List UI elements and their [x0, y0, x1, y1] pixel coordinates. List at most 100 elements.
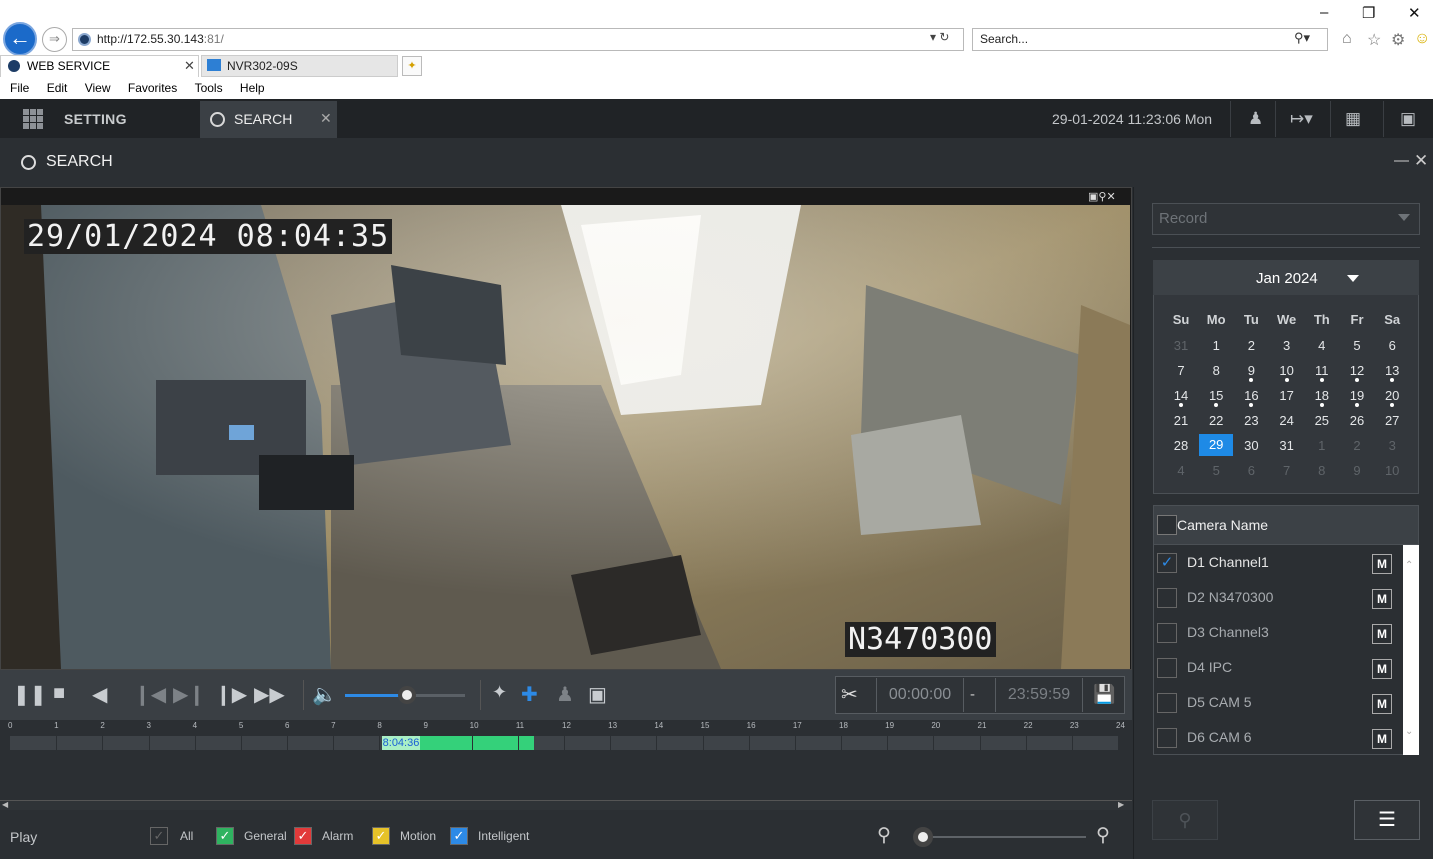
menu-view[interactable]: View [85, 81, 111, 95]
logout-icon[interactable]: ↦▾ [1290, 109, 1313, 129]
new-tab-button[interactable]: ✦ [402, 56, 422, 76]
clip-start-time[interactable]: 00:00:00 [876, 678, 964, 712]
calendar-day[interactable]: 6 [1236, 463, 1266, 478]
calendar-day[interactable]: 8 [1201, 363, 1231, 378]
browser-search-input[interactable]: Search... [972, 28, 1328, 51]
menu-tools[interactable]: Tools [195, 81, 223, 95]
chevron-down-icon[interactable] [1398, 214, 1410, 221]
calendar-day[interactable]: 18 [1307, 388, 1337, 403]
calendar-day[interactable]: 25 [1307, 413, 1337, 428]
calendar-day[interactable]: 27 [1377, 413, 1407, 428]
calendar-day[interactable]: 31 [1272, 438, 1302, 453]
calendar-day[interactable]: 28 [1166, 438, 1196, 453]
display-icon[interactable]: ▣ [1400, 109, 1416, 129]
camera-checkbox[interactable] [1157, 693, 1177, 713]
restore-window-icon[interactable]: ❐ [1362, 4, 1375, 22]
calendar-day[interactable]: 7 [1272, 463, 1302, 478]
calendar-day[interactable]: 1 [1307, 438, 1337, 453]
calendar-day[interactable]: 5 [1201, 463, 1231, 478]
calendar-day[interactable]: 29 [1199, 434, 1234, 456]
smart-search-icon[interactable]: ✚ [521, 682, 538, 707]
smart-find-button[interactable]: ⚲ [1152, 800, 1218, 840]
calendar-day[interactable]: 8 [1307, 463, 1337, 478]
filter-checkbox-general[interactable]: ✓ [216, 827, 234, 845]
user-icon[interactable]: ♟ [1248, 109, 1263, 129]
qr-code-icon[interactable]: ▦ [1345, 109, 1361, 129]
slow-play-icon[interactable]: ❙▶ [215, 682, 247, 707]
filter-checkbox-intelligent[interactable]: ✓ [450, 827, 468, 845]
calendar-day[interactable]: 24 [1272, 413, 1302, 428]
fullscreen-icon[interactable]: ▣ [588, 682, 607, 707]
timeline-cursor-time[interactable]: 8:04:36 [381, 736, 421, 750]
zoom-in-icon[interactable]: ⚲ [1096, 824, 1110, 847]
camera-checkbox[interactable] [1157, 588, 1177, 608]
zoom-out-icon[interactable]: ⚲ [877, 824, 891, 847]
calendar-day[interactable]: 5 [1342, 338, 1372, 353]
calendar-day[interactable]: 23 [1236, 413, 1266, 428]
pin-icon[interactable]: ✦ [492, 682, 507, 703]
calendar-day[interactable]: 2 [1342, 438, 1372, 453]
video-window-controls[interactable]: ▣⚲✕ [1088, 190, 1116, 203]
refresh-icon[interactable]: ▾ ↻ [930, 30, 949, 44]
calendar-day[interactable]: 19 [1342, 388, 1372, 403]
calendar-day[interactable]: 11 [1307, 363, 1337, 378]
clip-end-time[interactable]: 23:59:59 [995, 678, 1083, 712]
minimize-window-icon[interactable]: – [1320, 4, 1328, 21]
previous-frame-icon[interactable]: ❙◀ [134, 682, 166, 707]
camera-stream-button[interactable]: M [1372, 729, 1392, 749]
address-bar[interactable]: http://172.55.30.143:81/ [72, 28, 964, 51]
scissors-icon[interactable]: ✂ [841, 682, 858, 707]
calendar-day[interactable]: 3 [1272, 338, 1302, 353]
timeline-zoom-handle[interactable] [912, 827, 933, 847]
camera-checkbox[interactable]: ✓ [1157, 553, 1177, 573]
camera-list-scrollbar[interactable] [1403, 545, 1419, 755]
filter-checkbox-all[interactable]: ✓ [150, 827, 168, 845]
calendar-day[interactable]: 1 [1201, 338, 1231, 353]
calendar-day[interactable]: 16 [1236, 388, 1266, 403]
filter-checkbox-motion[interactable]: ✓ [372, 827, 390, 845]
calendar-day[interactable]: 2 [1236, 338, 1266, 353]
scroll-right-icon[interactable]: ▶ [1118, 800, 1124, 809]
pause-icon[interactable]: ❚❚ [13, 682, 47, 707]
gear-icon[interactable]: ⚙ [1391, 30, 1405, 50]
calendar-day[interactable]: 20 [1377, 388, 1407, 403]
calendar-day[interactable]: 17 [1272, 388, 1302, 403]
close-search-tab-icon[interactable]: ✕ [320, 110, 332, 127]
next-frame-icon[interactable]: ▶❙ [173, 682, 205, 707]
volume-icon[interactable]: 🔈 [312, 682, 337, 707]
camera-checkbox[interactable] [1157, 623, 1177, 643]
forward-button[interactable]: ⇒ [42, 27, 67, 52]
calendar-day[interactable]: 9 [1342, 463, 1372, 478]
scroll-left-icon[interactable]: ◀ [2, 800, 8, 809]
select-all-cameras-checkbox[interactable] [1157, 515, 1177, 535]
filter-checkbox-alarm[interactable]: ✓ [294, 827, 312, 845]
camera-stream-button[interactable]: M [1372, 589, 1392, 609]
minimize-icon[interactable]: — [1394, 152, 1409, 169]
timeline-scrollbar[interactable] [0, 800, 1132, 810]
calendar-day[interactable]: 21 [1166, 413, 1196, 428]
camera-checkbox[interactable] [1157, 658, 1177, 678]
timeline-zoom-slider[interactable] [914, 836, 1086, 838]
main-menu-grid-icon[interactable] [23, 109, 43, 129]
stop-icon[interactable]: ■ [53, 682, 65, 705]
calendar-day[interactable]: 4 [1307, 338, 1337, 353]
browser-tab-web-service[interactable]: WEB SERVICE [0, 55, 199, 77]
close-window-icon[interactable]: ✕ [1408, 4, 1421, 22]
calendar-day[interactable]: 9 [1236, 363, 1266, 378]
camera-stream-button[interactable]: M [1372, 694, 1392, 714]
close-tab-icon[interactable]: ✕ [184, 58, 195, 74]
camera-video-frame[interactable] [1, 205, 1130, 669]
play-backward-icon[interactable]: ◀ [92, 682, 107, 707]
calendar-day[interactable]: 6 [1377, 338, 1407, 353]
calendar-day[interactable]: 30 [1236, 438, 1266, 453]
calendar-day[interactable]: 26 [1342, 413, 1372, 428]
calendar-month-dropdown-icon[interactable] [1347, 275, 1359, 282]
calendar-day[interactable]: 12 [1342, 363, 1372, 378]
calendar-day[interactable]: 10 [1272, 363, 1302, 378]
close-icon[interactable]: ✕ [1414, 151, 1428, 171]
search-icon[interactable]: ⚲▾ [1294, 30, 1310, 46]
menu-favorites[interactable]: Favorites [128, 81, 177, 95]
smiley-feedback-icon[interactable]: ☺ [1414, 30, 1430, 48]
camera-stream-button[interactable]: M [1372, 554, 1392, 574]
favorites-star-icon[interactable]: ☆ [1367, 30, 1381, 50]
